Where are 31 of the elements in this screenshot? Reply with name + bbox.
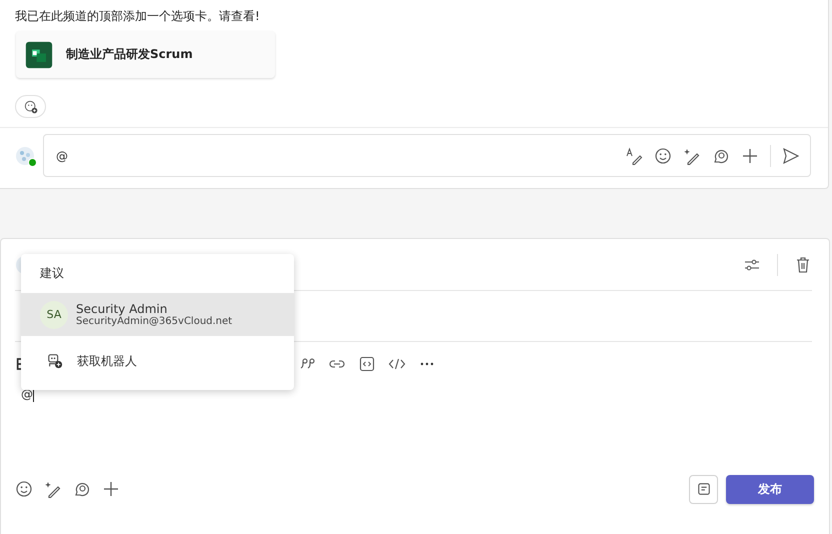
sparkle-pen-icon[interactable] [44, 480, 62, 498]
delete-icon[interactable] [794, 256, 812, 274]
plus-icon[interactable] [741, 146, 759, 164]
send-icon[interactable] [782, 146, 800, 164]
note-icon [696, 482, 710, 496]
loop-icon[interactable] [73, 480, 91, 498]
schedule-button[interactable] [689, 474, 718, 504]
menu-heading: 建议 [40, 265, 64, 282]
person-email: SecurityAdmin@365vCloud.net [76, 316, 232, 327]
suggestion-item[interactable]: SA Security Admin SecurityAdmin@365vCloud.net [21, 293, 294, 336]
post-button[interactable]: 发布 [726, 474, 814, 504]
emoji-add-icon [24, 100, 38, 114]
person-name: Security Admin [76, 302, 168, 316]
get-bots-label: 获取机器人 [77, 352, 137, 370]
tab-card[interactable]: 制造业产品研发Scrum [16, 31, 275, 78]
emoji-icon[interactable] [15, 480, 33, 498]
editor-text: @ [21, 386, 33, 402]
message-text: 我已在此频道的顶部添加一个选项卡。请查看! [15, 8, 261, 25]
sparkle-pen-icon[interactable] [683, 146, 701, 164]
plus-icon[interactable] [102, 480, 120, 498]
emoji-icon[interactable] [654, 146, 672, 164]
user-avatar [15, 146, 35, 166]
reply-text: @ [56, 148, 68, 162]
format-icon[interactable] [625, 146, 643, 164]
tab-title: 制造业产品研发Scrum [66, 46, 193, 63]
suggestion-item[interactable]: 获取机器人 [21, 336, 294, 386]
initials-avatar: SA [40, 300, 68, 328]
code-block-icon[interactable] [358, 355, 376, 373]
bot-add-icon [47, 353, 63, 369]
reply-field[interactable]: @ [43, 134, 811, 177]
add-reaction-button[interactable] [15, 95, 46, 118]
